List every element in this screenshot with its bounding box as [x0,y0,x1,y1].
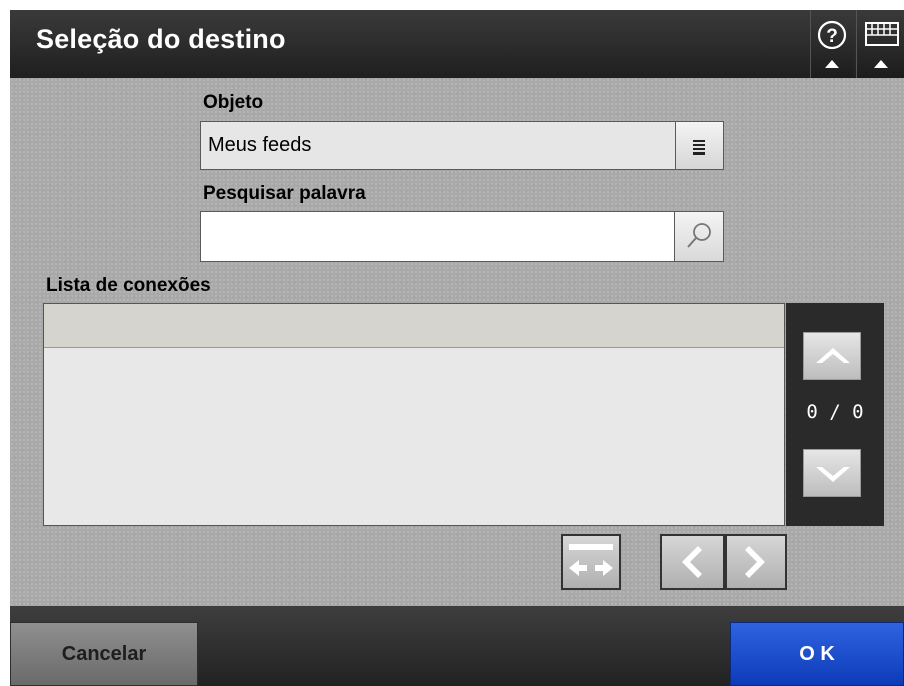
scroll-down-button[interactable] [803,449,861,497]
scroll-left-button[interactable] [660,534,725,590]
list-dropdown-icon[interactable] [675,122,723,169]
chevron-up-icon [816,348,850,363]
resize-columns-icon [569,544,613,576]
list-item[interactable] [44,304,784,348]
footer-bar: Cancelar O K [10,606,904,686]
magnifier-icon [687,223,711,248]
dialog-window: Seleção do destino ? Objeto Meus feeds P… [10,10,904,686]
ok-button[interactable]: O K [730,622,904,686]
title-bar: Seleção do destino ? [10,10,904,78]
column-width-button[interactable] [561,534,621,590]
cancel-button[interactable]: Cancelar [10,622,198,686]
object-value: Meus feeds [208,134,312,156]
connections-list [43,303,785,526]
chevron-left-icon [682,546,702,578]
search-label: Pesquisar palavra [203,183,366,204]
scroll-right-button[interactable] [725,534,787,590]
help-question-icon: ? [817,20,847,68]
page-indicator: 0 / 0 [806,401,864,423]
svg-text:?: ? [826,26,838,47]
chevron-down-icon [816,467,850,482]
page-title: Seleção do destino [36,24,286,54]
help-button[interactable]: ? [810,10,853,78]
list-pager: 0 / 0 [786,303,884,526]
object-label: Objeto [203,92,264,113]
scroll-up-button[interactable] [803,332,861,380]
search-input[interactable] [200,211,724,262]
object-dropdown[interactable]: Meus feeds [200,121,724,170]
search-button[interactable] [674,212,723,261]
keyboard-icon [865,22,899,68]
keyboard-button[interactable] [856,10,904,78]
connections-label: Lista de conexões [46,275,211,296]
chevron-right-icon [745,546,765,578]
